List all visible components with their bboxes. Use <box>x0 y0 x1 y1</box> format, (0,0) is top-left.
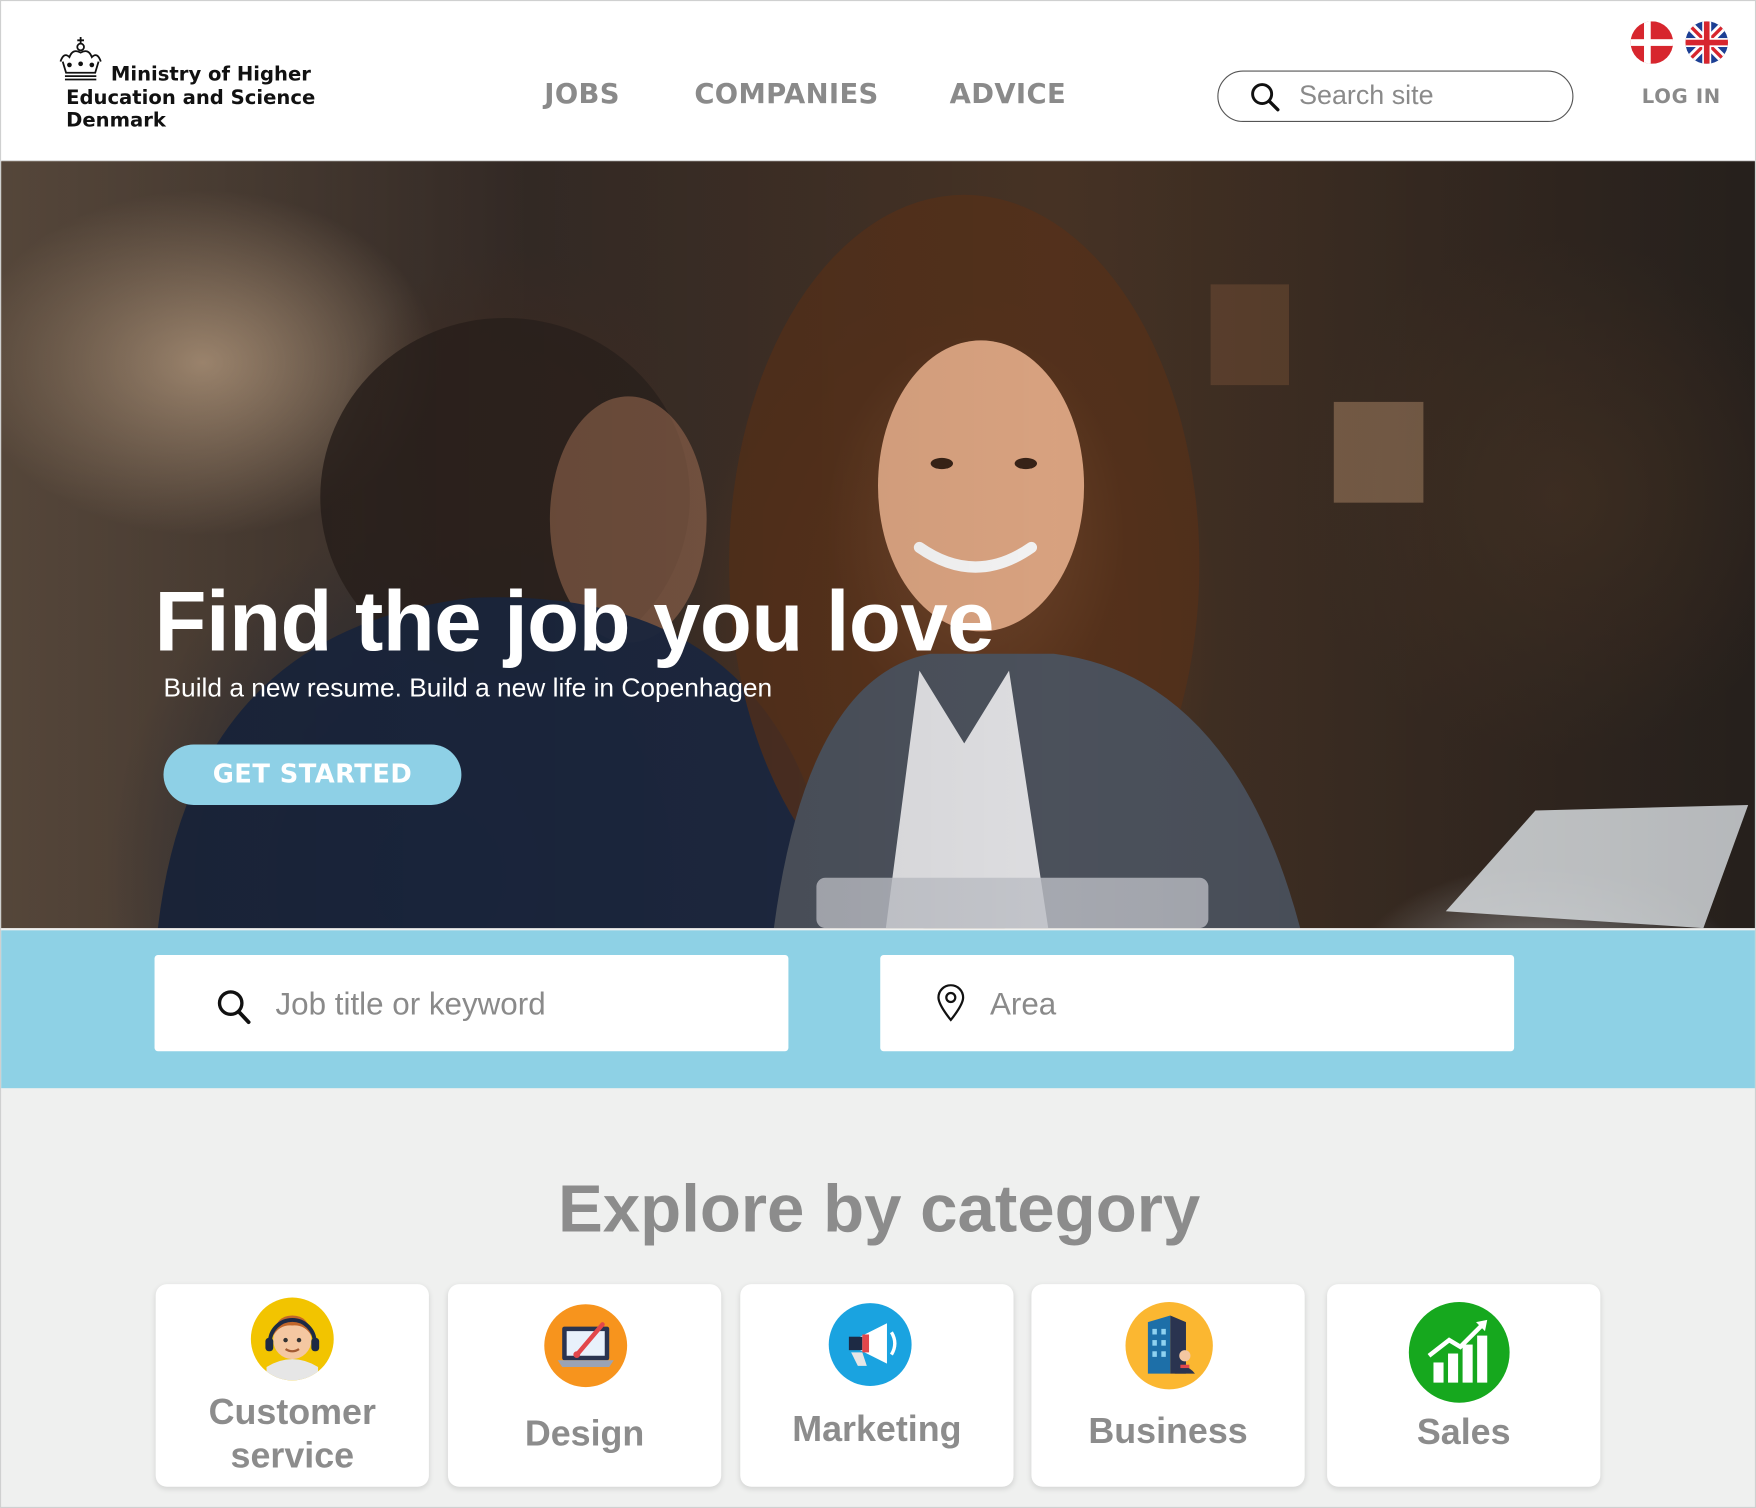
uk-flag-icon[interactable] <box>1685 21 1729 64</box>
category-card-sales[interactable]: Sales <box>1327 1284 1601 1487</box>
category-label: Marketing <box>740 1407 1013 1451</box>
category-card-business[interactable]: Business <box>1031 1284 1305 1487</box>
sales-icon <box>1408 1302 1510 1403</box>
keyword-input[interactable] <box>275 981 746 1027</box>
category-label-line: Sales <box>1416 1411 1511 1453</box>
location-pin-icon <box>937 984 965 1022</box>
category-label: Design <box>448 1412 721 1456</box>
area-input[interactable] <box>989 981 1461 1027</box>
logo-wordmark: Ministry of Higher Education and Science… <box>66 64 315 133</box>
category-label-line: Marketing <box>792 1408 962 1449</box>
marketing-icon <box>828 1303 912 1386</box>
logo-line: Education and Science <box>66 86 316 110</box>
nav-jobs[interactable]: JOBS <box>544 77 620 109</box>
hero-subtitle: Build a new resume. Build a new life in … <box>163 672 773 702</box>
category-card-marketing[interactable]: Marketing <box>740 1284 1014 1487</box>
ministry-logo[interactable]: Ministry of Higher Education and Science… <box>57 35 348 136</box>
search-icon <box>217 990 251 1025</box>
category-card-customer-service[interactable]: Customer service <box>155 1284 429 1487</box>
section-title: Explore by category <box>557 1171 1201 1247</box>
category-label-line: Customer <box>208 1391 376 1432</box>
site-search <box>1217 70 1574 123</box>
nav-advice[interactable]: ADVICE <box>950 77 1066 109</box>
category-label: Business <box>1031 1409 1304 1453</box>
category-label: Customer service <box>156 1390 429 1477</box>
hero-title: Find the job you love <box>154 574 995 670</box>
customer-service-icon <box>250 1297 334 1381</box>
hero-banner: Find the job you love Build a new resume… <box>1 161 1755 929</box>
keyword-field <box>154 954 789 1052</box>
login-link[interactable]: LOG IN <box>1642 86 1721 108</box>
category-card-design[interactable]: Design <box>447 1284 722 1487</box>
category-label: Sales <box>1327 1411 1600 1455</box>
nav-companies[interactable]: COMPANIES <box>694 77 878 109</box>
logo-line: Denmark <box>66 109 166 133</box>
get-started-button[interactable]: GET STARTED <box>163 744 462 805</box>
business-icon <box>1125 1302 1213 1390</box>
search-icon[interactable] <box>1250 82 1281 113</box>
design-icon <box>544 1304 628 1388</box>
category-label-line: service <box>230 1435 355 1476</box>
hero-overlay <box>1 161 1755 929</box>
category-label-line: Design <box>524 1412 645 1454</box>
category-label-line: Business <box>1088 1410 1248 1451</box>
area-field <box>880 954 1515 1052</box>
page: Ministry of Higher Education and Science… <box>0 0 1756 1508</box>
danish-flag-icon[interactable] <box>1630 21 1674 64</box>
job-search-bar <box>1 930 1755 1089</box>
site-search-input[interactable] <box>1299 78 1557 115</box>
site-header: Ministry of Higher Education and Science… <box>1 1 1755 162</box>
logo-line: Ministry of Higher <box>110 63 311 87</box>
